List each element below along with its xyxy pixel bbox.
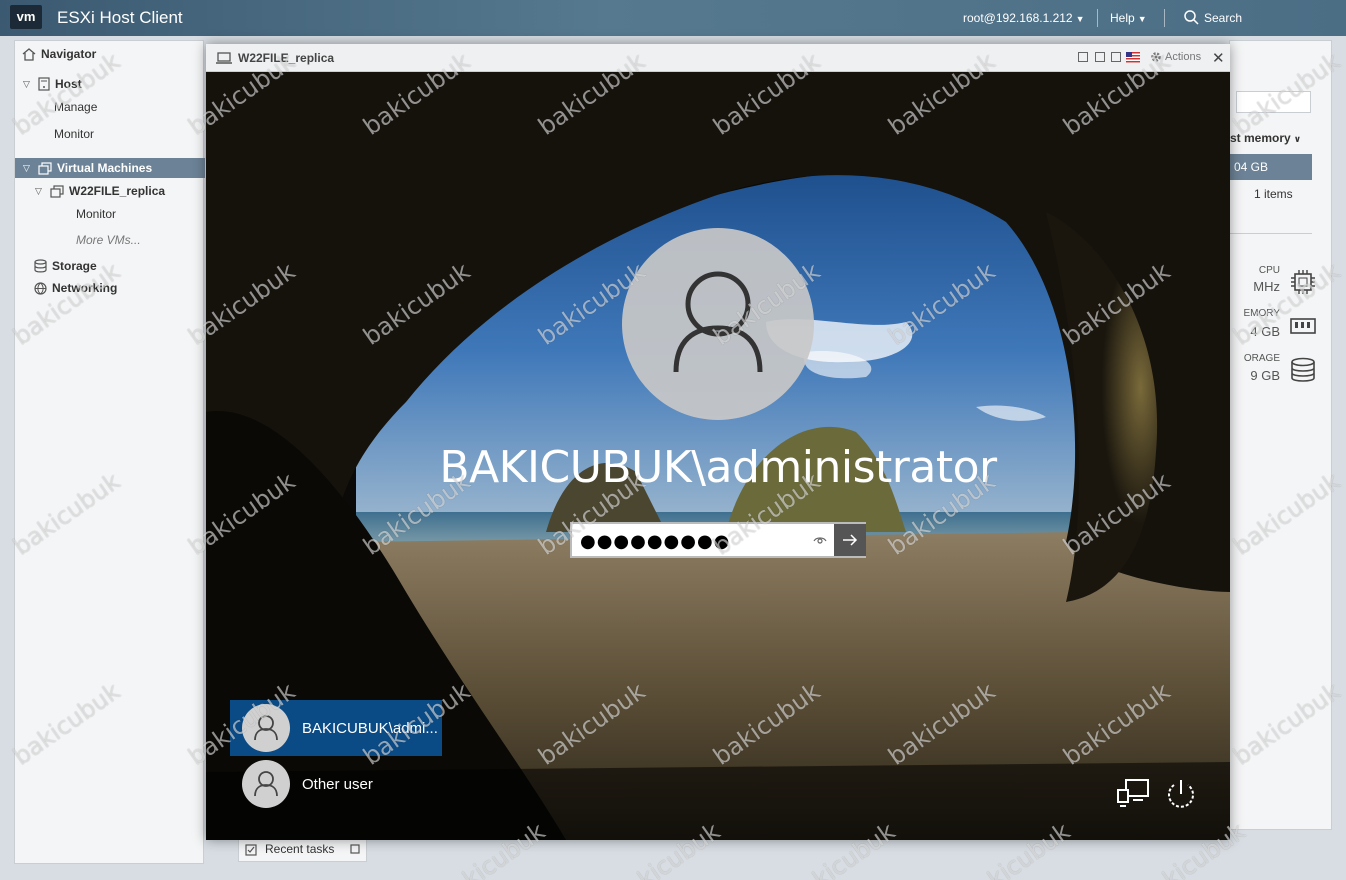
header-divider xyxy=(1097,9,1098,27)
divider xyxy=(1230,233,1312,234)
cpu-value: MHz xyxy=(1253,279,1280,294)
actions-label: Actions xyxy=(1165,51,1202,63)
home-icon xyxy=(22,47,36,61)
nav-item-vm[interactable]: ▽ W22FILE_replica xyxy=(35,184,165,198)
chevron-down-icon[interactable]: ▽ xyxy=(35,186,45,197)
us-flag-icon[interactable] xyxy=(1126,52,1140,63)
host-icon xyxy=(38,77,50,91)
nav-virtual-machines-label: Virtual Machines xyxy=(57,161,153,175)
user-icon xyxy=(673,271,763,373)
search-button[interactable]: Search xyxy=(1184,10,1242,25)
arrow-right-icon xyxy=(843,534,858,546)
chevron-down-icon: ▼ xyxy=(1137,14,1147,24)
nav-vm-label: W22FILE_replica xyxy=(69,184,166,198)
chevron-down-icon: ∨ xyxy=(1293,134,1302,144)
close-icon[interactable]: ✕ xyxy=(1212,49,1225,67)
console-icon xyxy=(216,52,232,64)
nav-item-storage[interactable]: Storage xyxy=(34,259,97,273)
app-title: ESXi Host Client xyxy=(57,8,183,27)
nav-more-vms-label: More VMs... xyxy=(76,233,141,247)
filter-input[interactable] xyxy=(1236,91,1311,113)
cpu-label: CPU xyxy=(1258,265,1280,276)
cpu-icon xyxy=(1291,270,1315,294)
nav-manage-label: Manage xyxy=(54,100,98,114)
actions-menu[interactable]: Actions xyxy=(1150,51,1201,63)
help-menu[interactable]: Help ▼ xyxy=(1110,11,1147,25)
nav-item-networking[interactable]: Networking xyxy=(34,281,117,295)
console-title: W22FILE_replica xyxy=(238,51,335,65)
network-icon xyxy=(34,281,47,295)
user-tile-other-user[interactable]: Other user xyxy=(230,756,442,812)
memory-icon xyxy=(1290,318,1316,334)
tile-avatar xyxy=(242,760,290,808)
chevron-down-icon[interactable]: ▽ xyxy=(23,79,33,90)
storage-icon xyxy=(34,259,47,273)
maximize-button[interactable] xyxy=(1111,52,1121,62)
tile-avatar xyxy=(242,704,290,752)
restore-button[interactable] xyxy=(1095,52,1105,62)
user-avatar xyxy=(622,228,814,420)
search-label: Search xyxy=(1204,10,1243,25)
help-menu-label: Help xyxy=(1110,11,1135,25)
password-input[interactable] xyxy=(580,530,808,552)
vm-running-icon xyxy=(50,184,64,198)
nav-storage-label: Storage xyxy=(52,259,97,273)
vmware-logo[interactable]: vm xyxy=(10,5,42,29)
column-header-memory[interactable]: st memory ∨ xyxy=(1230,131,1301,145)
nav-host-label: Host xyxy=(55,77,82,91)
chevron-down-icon: ▼ xyxy=(1075,14,1085,24)
storage-value: 9 GB xyxy=(1250,368,1280,383)
login-username: BAKICUBUK\administrator xyxy=(439,442,997,493)
nav-item-vm-monitor[interactable]: Monitor xyxy=(76,207,116,221)
nav-item-host[interactable]: ▽ Host xyxy=(23,77,82,91)
search-icon xyxy=(1184,10,1199,25)
clipboard-icon xyxy=(245,843,257,856)
top-header: vm ESXi Host Client root@192.168.1.212 ▼ … xyxy=(0,0,1346,36)
virtual-machines-icon xyxy=(38,161,52,175)
navigator-header[interactable]: Navigator xyxy=(22,47,96,61)
user-menu-label: root@192.168.1.212 xyxy=(963,11,1073,25)
user-menu[interactable]: root@192.168.1.212 ▼ xyxy=(963,11,1085,25)
vm-console-window: W22FILE_replica Actions ✕ BAKICUBUK\admi… xyxy=(206,44,1230,840)
user-tile-label: Other user xyxy=(302,775,373,793)
table-row[interactable]: 04 GB xyxy=(1230,154,1312,180)
reveal-password-icon[interactable] xyxy=(812,532,828,548)
nav-item-more-vms[interactable]: More VMs... xyxy=(76,233,141,247)
column-header-label: st memory xyxy=(1230,131,1291,145)
memory-value: 4 GB xyxy=(1250,324,1280,339)
nav-monitor-label: Monitor xyxy=(54,127,95,141)
nav-item-virtual-machines[interactable]: ▽ Virtual Machines xyxy=(23,161,152,175)
user-tile-label: BAKICUBUK\admi... xyxy=(302,719,438,737)
memory-label: EMORY xyxy=(1243,308,1281,319)
user-tile-administrator[interactable]: BAKICUBUK\admi... xyxy=(230,700,442,756)
minimize-button[interactable] xyxy=(1078,52,1088,62)
submit-button[interactable] xyxy=(834,524,866,556)
chevron-down-icon[interactable]: ▽ xyxy=(23,163,33,174)
table-cell-memory: 04 GB xyxy=(1234,160,1269,174)
nav-networking-label: Networking xyxy=(52,281,118,295)
navigator-panel: Navigator ▽ Host Manage Monitor ▽ Virtua… xyxy=(14,40,205,864)
password-field-container xyxy=(570,522,866,558)
restore-icon[interactable] xyxy=(350,844,360,854)
nav-vm-monitor-label: Monitor xyxy=(76,207,117,221)
host-summary-panel: st memory ∨ 04 GB 1 items CPU MHz EMORY 4… xyxy=(1229,40,1332,830)
recent-tasks-label: Recent tasks xyxy=(265,842,335,856)
console-titlebar[interactable]: W22FILE_replica Actions ✕ xyxy=(206,44,1230,72)
user-icon xyxy=(254,715,278,741)
header-divider xyxy=(1164,9,1165,27)
power-icon[interactable] xyxy=(1164,778,1198,810)
storage-icon xyxy=(1291,357,1315,382)
nav-item-monitor[interactable]: Monitor xyxy=(54,127,94,141)
guest-screen[interactable]: BAKICUBUK\administrator BAKICUBUK\admi..… xyxy=(206,72,1230,840)
storage-label: ORAGE xyxy=(1243,353,1280,364)
user-icon xyxy=(254,771,278,797)
network-status-icon[interactable] xyxy=(1116,778,1150,810)
items-count: 1 items xyxy=(1254,187,1293,201)
navigator-title: Navigator xyxy=(41,47,97,61)
nav-item-manage[interactable]: Manage xyxy=(54,100,97,114)
gear-icon xyxy=(1151,52,1161,62)
